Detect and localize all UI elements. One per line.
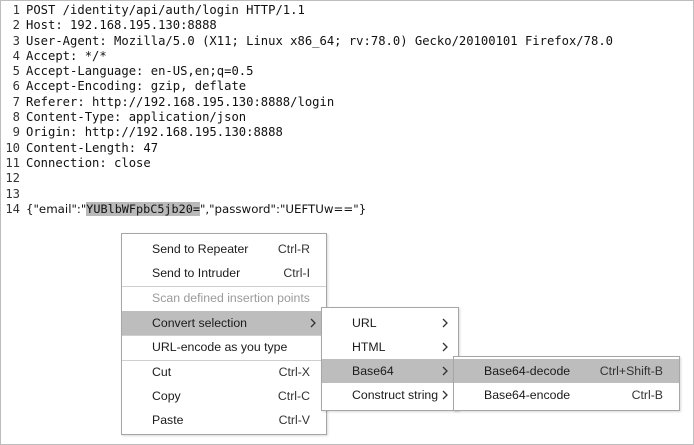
menu-item-label: URL-encode as you type [152,340,288,354]
menu-item-label: Send to Intruder [152,266,241,280]
line-text[interactable]: Origin: http://192.168.195.130:8888 [26,125,283,140]
convert-selection-item[interactable]: Convert selection [122,311,326,335]
menu-item-shortcut: Ctrl-I [283,266,310,280]
menu-item-shortcut: Ctrl-X [278,365,310,379]
editor-line: 4 Accept: */* [0,49,694,64]
json-suffix: ","password":"UEFTUw=="} [199,201,367,216]
context-menu: Send to Repeater Ctrl-R Send to Intruder… [121,233,327,435]
line-text[interactable]: Accept: */* [26,49,107,64]
line-number: 9 [12,125,20,140]
paste-item[interactable]: Paste Ctrl-V [122,408,326,432]
chevron-right-icon [442,342,448,352]
menu-item-shortcut: Ctrl-V [278,413,310,427]
editor-line-body: 14 {"email":"YUBlbWFpbC5jb20=","password"… [0,201,694,217]
menu-item-label: URL [352,316,377,330]
menu-item-label: Base64-encode [484,388,571,402]
line-text[interactable]: User-Agent: Mozilla/5.0 (X11; Linux x86_… [26,34,613,49]
line-text[interactable]: Connection: close [26,156,151,171]
line-text[interactable]: POST /identity/api/auth/login HTTP/1.1 [26,3,305,18]
editor-line: 10 Content-Length: 47 [0,141,694,156]
construct-string-item[interactable]: Construct string [322,383,458,407]
menu-item-label: Scan defined insertion points [152,291,310,305]
editor-line: 3 User-Agent: Mozilla/5.0 (X11; Linux x86… [0,34,694,49]
editor-line: 7 Referer: http://192.168.195.130:8888/lo… [0,95,694,110]
menu-item-label: Base64 [352,364,394,378]
menu-item-label: Paste [152,413,184,427]
base64-item[interactable]: Base64 [322,359,458,383]
menu-item-label: Send to Repeater [152,242,249,256]
base64-decode-item[interactable]: Base64-decode Ctrl+Shift-B [454,359,679,383]
editor-line: 1 POST /identity/api/auth/login HTTP/1.1 [0,3,694,18]
send-to-repeater-item[interactable]: Send to Repeater Ctrl-R [122,237,326,261]
request-editor[interactable]: 1 POST /identity/api/auth/login HTTP/1.1 … [0,3,694,217]
line-number: 12 [5,171,20,186]
editor-line: 12 [0,171,694,186]
scan-insertion-points-item: Scan defined insertion points [122,286,326,310]
menu-item-label: Base64-decode [484,364,571,378]
line-text[interactable]: Host: 192.168.195.130:8888 [26,18,217,33]
json-prefix: {"email":" [26,201,87,216]
line-number: 11 [5,155,20,170]
base64-encode-item[interactable]: Base64-encode Ctrl-B [454,383,679,407]
line-number: 3 [12,33,20,48]
cut-item[interactable]: Cut Ctrl-X [122,360,326,384]
line-number: 4 [12,48,20,63]
line-text[interactable]: Accept-Language: en-US,en;q=0.5 [26,64,253,79]
url-encode-as-you-type-item[interactable]: URL-encode as you type [122,335,326,359]
line-number: 10 [5,140,20,155]
menu-item-label: Copy [152,389,181,403]
editor-line: 5 Accept-Language: en-US,en;q=0.5 [0,64,694,79]
editor-line: 13 [0,187,694,202]
menu-item-shortcut: Ctrl+Shift-B [599,364,663,378]
copy-item[interactable]: Copy Ctrl-C [122,384,326,408]
chevron-right-icon [310,318,316,328]
line-text[interactable]: Content-Type: application/json [26,110,246,125]
line-number: 1 [12,3,20,17]
line-text[interactable]: {"email":"YUBlbWFpbC5jb20=","password":"… [26,201,367,217]
line-number: 7 [12,94,20,109]
editor-line: 9 Origin: http://192.168.195.130:8888 [0,125,694,140]
selected-text[interactable]: YUBlbWFpbC5jb20= [86,201,200,216]
line-text[interactable]: Referer: http://192.168.195.130:8888/log… [26,95,334,110]
editor-line: 11 Connection: close [0,156,694,171]
line-number: 13 [5,186,20,201]
menu-item-label: Convert selection [152,316,248,330]
menu-item-shortcut: Ctrl-C [277,389,310,403]
base64-submenu: Base64-decode Ctrl+Shift-B Base64-encode… [453,356,680,411]
chevron-right-icon [442,366,448,376]
line-number: 14 [5,201,20,216]
convert-submenu: URL HTML Base64 Construct string [321,307,459,411]
chevron-right-icon [442,318,448,328]
menu-item-shortcut: Ctrl-R [277,242,310,256]
menu-item-label: Construct string [352,388,439,402]
chevron-right-icon [442,390,448,400]
send-to-intruder-item[interactable]: Send to Intruder Ctrl-I [122,261,326,285]
html-item[interactable]: HTML [322,335,458,359]
line-number: 5 [12,64,20,79]
line-text[interactable]: Accept-Encoding: gzip, deflate [26,79,246,94]
menu-item-shortcut: Ctrl-B [631,388,663,402]
line-number: 2 [12,18,20,33]
line-number: 6 [12,79,20,94]
line-number: 8 [12,110,20,125]
line-text[interactable]: Content-Length: 47 [26,141,158,156]
menu-item-label: HTML [352,340,386,354]
editor-line: 8 Content-Type: application/json [0,110,694,125]
editor-line: 2 Host: 192.168.195.130:8888 [0,18,694,33]
url-item[interactable]: URL [322,311,458,335]
menu-item-label: Cut [152,365,172,379]
editor-line: 6 Accept-Encoding: gzip, deflate [0,79,694,94]
